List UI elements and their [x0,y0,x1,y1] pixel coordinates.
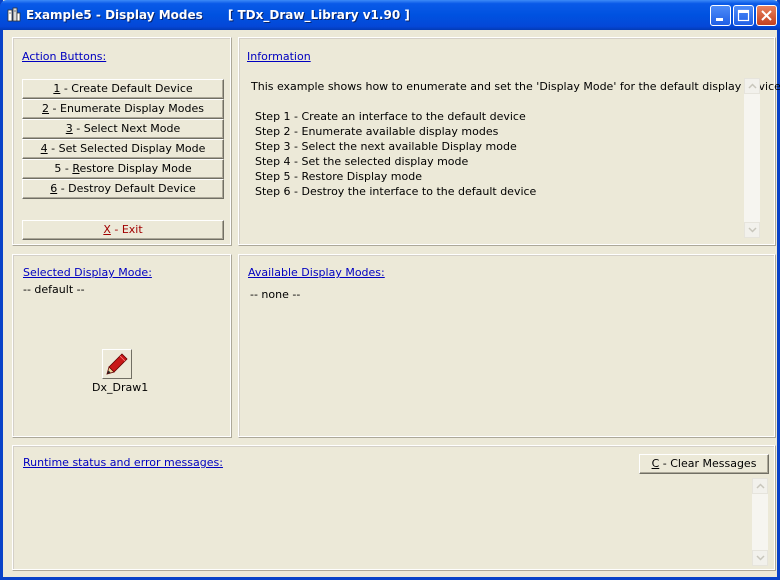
title-bar[interactable]: Example5 - Display Modes [ TDx_Draw_Libr… [0,0,780,30]
app-icon [7,7,21,22]
button-hotkey: 4 [40,142,48,155]
button-hotkey: 2 [42,102,50,115]
minimize-icon [716,18,723,21]
button-label: estore Display Mode [79,162,192,175]
minimize-button[interactable] [710,5,731,26]
information-title: Information [247,50,311,63]
runtime-status-panel: Runtime status and error messages: C - C… [12,445,776,571]
action-buttons-title: Action Buttons: [22,50,107,63]
available-display-modes-panel: Available Display Modes: -- none -- [238,254,776,438]
scroll-down-button[interactable] [752,550,768,566]
button-hotkey: 3 [65,122,73,135]
dx-draw-component-label: Dx_Draw1 [92,381,149,394]
close-icon [761,10,772,21]
info-step-6: Step 6 - Destroy the interface to the de… [255,185,537,198]
chevron-down-icon [756,555,765,561]
info-scrollbar[interactable] [744,78,760,238]
pencil-icon [106,353,128,375]
exit-button[interactable]: X - Exit [22,220,224,240]
info-step-3: Step 3 - Select the next available Displ… [255,140,517,153]
selected-display-mode-title: Selected Display Mode: [23,266,152,279]
destroy-default-device-button[interactable]: 6 - Destroy Default Device [22,179,224,199]
status-scrollbar[interactable] [752,478,768,566]
selected-display-mode-value: -- default -- [23,283,85,296]
info-step-1: Step 1 - Create an interface to the defa… [255,110,526,123]
scroll-up-button[interactable] [744,78,760,94]
window-title: Example5 - Display Modes [ TDx_Draw_Libr… [26,8,410,22]
button-label: - Exit [110,223,143,236]
info-step-5: Step 5 - Restore Display mode [255,170,422,183]
set-selected-display-mode-button[interactable]: 4 - Set Selected Display Mode [22,139,224,159]
button-label: - Set Selected Display Mode [47,142,206,155]
button-label: - Clear Messages [659,457,757,470]
information-panel: Information This example shows how to en… [238,37,780,246]
info-step-4: Step 4 - Set the selected display mode [255,155,469,168]
main-window: Example5 - Display Modes [ TDx_Draw_Libr… [0,0,780,580]
restore-display-mode-button[interactable]: 5 - Restore Display Mode [22,159,224,179]
create-default-device-button[interactable]: 1 - Create Default Device [22,79,224,99]
scroll-down-button[interactable] [744,222,760,238]
maximize-icon [737,9,750,22]
button-label: - Create Default Device [60,82,193,95]
button-hotkey: R [72,162,80,175]
select-next-mode-button[interactable]: 3 - Select Next Mode [22,119,224,139]
button-label: - Enumerate Display Modes [49,102,204,115]
button-prefix: 5 - [54,162,73,175]
available-display-modes-title: Available Display Modes: [248,266,385,279]
chevron-up-icon [756,483,765,489]
enumerate-display-modes-button[interactable]: 2 - Enumerate Display Modes [22,99,224,119]
maximize-button[interactable] [733,5,754,26]
button-hotkey: X [103,223,111,236]
dx-draw-component[interactable] [102,349,132,379]
close-button[interactable] [756,5,777,26]
action-buttons-panel: Action Buttons: 1 - Create Default Devic… [12,37,232,246]
info-intro-text: This example shows how to enumerate and … [251,80,780,93]
button-label: - Destroy Default Device [57,182,196,195]
chevron-down-icon [748,227,757,233]
available-display-modes-value: -- none -- [250,288,301,301]
button-label: - Select Next Mode [72,122,181,135]
selected-display-mode-panel: Selected Display Mode: -- default -- [12,254,232,438]
clear-messages-button[interactable]: C - Clear Messages [639,454,769,474]
info-step-2: Step 2 - Enumerate available display mod… [255,125,499,138]
scroll-up-button[interactable] [752,478,768,494]
chevron-up-icon [748,83,757,89]
runtime-status-title: Runtime status and error messages: [23,456,223,469]
